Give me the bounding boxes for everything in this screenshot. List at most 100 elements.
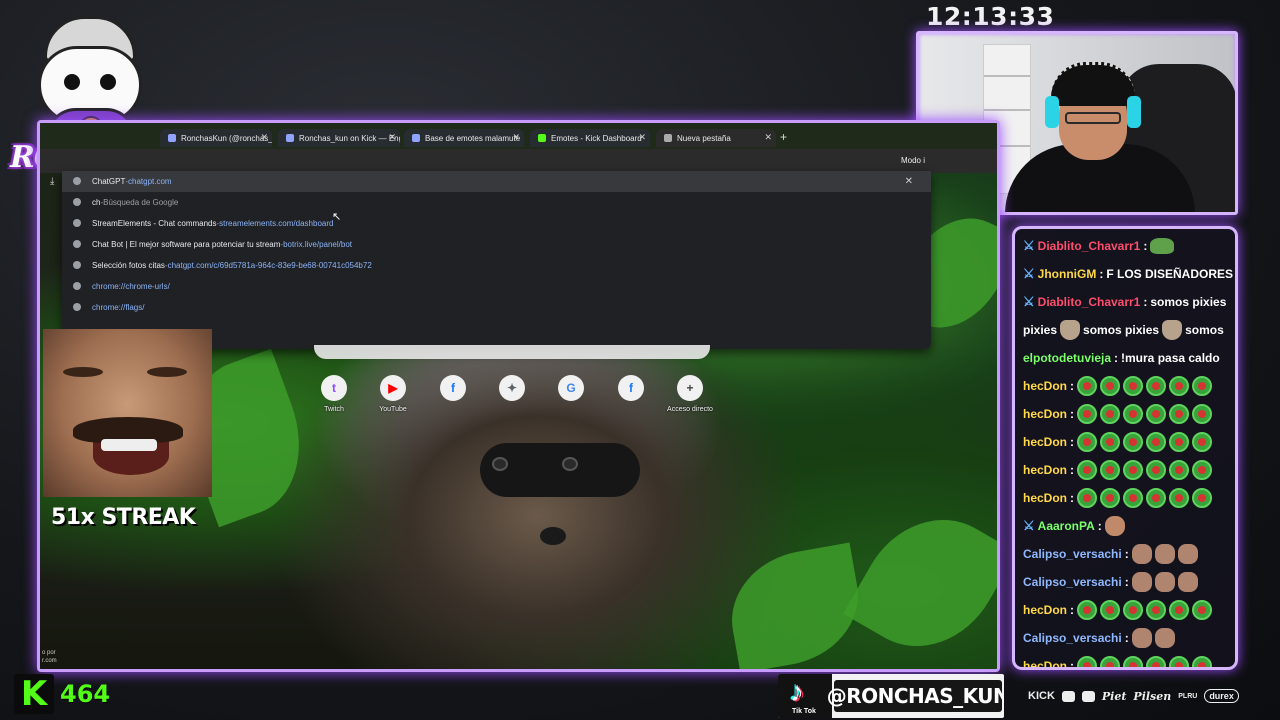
jp-emote-icon [1192,404,1213,424]
chat-message: hecDon: [1023,375,1235,397]
chat-colon: : [1097,519,1102,533]
chat-username[interactable]: Diablito_Chavarr1 [1038,295,1141,309]
wallpaper-credit[interactable]: o por r.com [42,649,57,665]
incognito-mode-label[interactable]: Modo i [901,156,925,165]
man-emote-icon [1131,572,1152,592]
jp-emote-icon [1077,404,1098,424]
webcam-beanie [1051,62,1135,106]
omnibox-suggestions: ChatGPT - chatgpt.com ch - Búsqueda de Go… [62,171,931,349]
jp-emote-icon [1100,432,1121,452]
suggestion-icon [73,219,81,227]
shortcut-icon: ✦ [499,375,525,401]
jp-emote-icon [1146,460,1167,480]
chat-username[interactable]: Calipso_versachi [1023,547,1122,561]
tab-4[interactable]: Emotes - Kick Dashboard ✕ [530,129,650,147]
close-icon[interactable]: ✕ [260,132,268,143]
omnibox-suggestion[interactable]: ch - Búsqueda de Google [62,192,931,213]
ntp-shortcut[interactable]: t Twitch [304,375,364,413]
jp-emote-icon [1077,432,1098,452]
tab-favicon [412,134,420,142]
chat-username[interactable]: elpotodetuvieja [1023,351,1111,365]
tab-2[interactable]: Ronchas_kun on Kick — Engag✕ [278,129,400,147]
chat-username[interactable]: hecDon [1023,435,1067,449]
chat-message: ⚔ Diablito_Chavarr1: somos pixies [1023,291,1235,313]
suggestion-title: StreamElements - Chat commands [92,219,217,228]
jp-emote-icon [1123,404,1144,424]
chat-message: hecDon: [1023,459,1235,481]
man-emote-icon [1177,572,1198,592]
shortcut-icon: t [321,375,347,401]
chat-message: hecDon: [1023,431,1235,453]
chat-username[interactable]: AaaronPA [1038,519,1095,533]
jp-emote-icon [1192,656,1213,667]
omnibox-suggestion[interactable]: StreamElements - Chat commands - streame… [62,213,931,234]
stream-clock: 12:13:33 [926,2,1055,31]
jp-emote-icon [1146,600,1167,620]
omnibox-suggestion[interactable]: chrome://chrome-urls/ [62,276,931,297]
chat-text: F LOS DISEÑADORES [1106,267,1234,281]
chat-colon: : [1143,239,1148,253]
close-icon[interactable]: ✕ [638,132,646,143]
ntp-shortcut[interactable]: ▶ YouTube [363,375,423,413]
mouse-cursor: ↖ [332,211,342,223]
ntp-shortcut[interactable]: + Acceso directo [660,375,720,413]
shortcut-label: YouTube [379,406,407,413]
close-icon[interactable]: ✕ [512,132,520,143]
download-icon[interactable]: ⤓ [50,176,54,187]
jp-emote-icon [1100,376,1121,396]
ntp-search-box[interactable] [314,345,710,359]
ntp-shortcut[interactable]: f [423,375,483,406]
ntp-shortcut[interactable]: ✦ [482,375,542,406]
tab-favicon [286,134,294,142]
chat-text: somos pixies [1083,323,1160,337]
jp-emote-icon [1169,600,1190,620]
chat-username[interactable]: hecDon [1023,379,1067,393]
chat-username[interactable]: JhonniGM [1038,267,1097,281]
chat-message: Calipso_versachi: [1023,543,1235,565]
raccoon-eye [562,457,578,471]
close-icon[interactable]: ✕ [388,132,396,143]
chat-username[interactable]: hecDon [1023,603,1067,617]
suggestion-icon [73,303,81,311]
jp-emote-icon [1146,376,1167,396]
chat-username[interactable]: hecDon [1023,491,1067,505]
jp-emote-icon [1077,600,1098,620]
jp-emote-icon [1077,460,1098,480]
close-icon[interactable]: ✕ [764,132,772,143]
chat-username[interactable]: hecDon [1023,659,1067,667]
tab-5-active[interactable]: Nueva pestaña ✕ [656,129,776,147]
close-icon[interactable]: ✕ [905,176,913,187]
chat-username[interactable]: Diablito_Chavarr1 [1038,239,1141,253]
jp-emote-icon [1123,460,1144,480]
omnibox-suggestion[interactable]: chrome://flags/ [62,297,931,318]
tab-3[interactable]: Base de emotes malamute ✕ [404,129,524,147]
jp-emote-icon [1146,488,1167,508]
new-tab-button[interactable]: + [780,130,787,144]
moderator-sword-icon: ⚔ [1023,266,1035,281]
suggestion-icon [73,282,81,290]
tab-label: Ronchas_kun on Kick — Engag [299,133,400,143]
jp-emote-icon [1123,600,1144,620]
shortcut-icon: + [677,375,703,401]
chat-colon: : [1099,267,1104,281]
tab-label: Emotes - Kick Dashboard [551,133,642,143]
tiktok-handle: @RONCHAS_KUN [827,680,1004,712]
tab-1[interactable]: RonchasKun (@ronchas_kun) |✕ [160,129,272,147]
chat-username[interactable]: hecDon [1023,463,1067,477]
chat-username[interactable]: hecDon [1023,407,1067,421]
jp-emote-icon [1192,600,1213,620]
suggestion-title: ch [92,198,101,207]
ntp-shortcut[interactable]: G [541,375,601,406]
tiktok-icon: ♪ [790,676,804,707]
chat-username[interactable]: Calipso_versachi [1023,631,1122,645]
browser-toolbar: Modo i [40,149,997,173]
jp-emote-icon [1192,488,1213,508]
moderator-sword-icon: ⚔ [1023,238,1035,253]
chat-username[interactable]: Calipso_versachi [1023,575,1122,589]
man-emote-icon [1131,628,1152,648]
omnibox-suggestion[interactable]: Selección fotos citas - chatgpt.com/c/69… [62,255,931,276]
omnibox-suggestion[interactable]: ChatGPT - chatgpt.com [62,171,931,192]
omnibox-suggestion[interactable]: Chat Bot | El mejor software para potenc… [62,234,931,255]
streak-counter: 51x STREAK [51,505,196,530]
ntp-shortcut[interactable]: f [601,375,661,406]
